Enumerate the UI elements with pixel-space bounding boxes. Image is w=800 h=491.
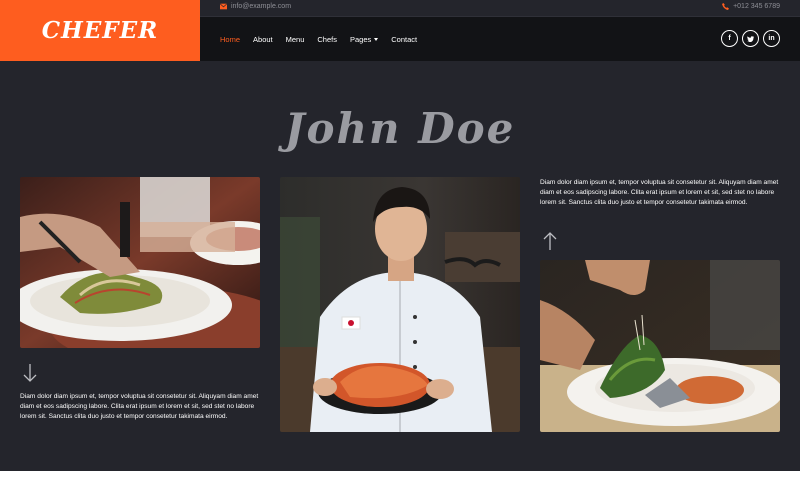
phone-icon bbox=[722, 3, 730, 10]
twitter-bird-icon bbox=[747, 35, 754, 42]
food-photo-left bbox=[20, 177, 260, 348]
page: CHEFER info@example.com +012 345 6789 Ho… bbox=[0, 0, 800, 471]
page-title: John Doe bbox=[284, 104, 516, 153]
phone-text[interactable]: +012 345 6789 bbox=[733, 3, 780, 10]
logo-text: CHEFER bbox=[41, 17, 159, 44]
topbar-email: info@example.com bbox=[220, 3, 291, 10]
nav-chefs[interactable]: Chefs bbox=[317, 35, 337, 44]
email-text[interactable]: info@example.com bbox=[231, 3, 291, 10]
chef-description-right: Diam dolor diam ipsum et, tempor voluptu… bbox=[540, 179, 779, 206]
topbar: info@example.com +012 345 6789 bbox=[200, 0, 800, 17]
nav-home[interactable]: Home bbox=[220, 35, 240, 44]
navbar: Home About Menu Chefs Pages Contact f in bbox=[200, 17, 800, 61]
social-links: f in bbox=[721, 30, 780, 47]
twitter-icon[interactable] bbox=[742, 30, 759, 47]
food-photo-right bbox=[540, 260, 780, 432]
linkedin-icon[interactable]: in bbox=[763, 30, 780, 47]
nav-pages-dropdown[interactable]: Pages bbox=[349, 34, 379, 44]
logo[interactable]: CHEFER bbox=[0, 0, 200, 61]
nav-contact[interactable]: Contact bbox=[391, 35, 417, 44]
arrow-up-icon bbox=[543, 232, 557, 250]
caret-down-icon bbox=[374, 37, 379, 41]
chef-description-left: Diam dolor diam ipsum et, tempor voluptu… bbox=[20, 393, 259, 420]
chef-portrait bbox=[280, 177, 520, 432]
nav-about[interactable]: About bbox=[253, 35, 273, 44]
topbar-phone: +012 345 6789 bbox=[722, 3, 780, 10]
nav-menu[interactable]: Menu bbox=[286, 35, 305, 44]
nav-pages-label: Pages bbox=[349, 34, 372, 44]
facebook-icon[interactable]: f bbox=[721, 30, 738, 47]
envelope-icon bbox=[220, 3, 227, 10]
nav-links: Home About Menu Chefs Pages Contact bbox=[220, 17, 430, 61]
arrow-down-icon bbox=[23, 364, 37, 382]
